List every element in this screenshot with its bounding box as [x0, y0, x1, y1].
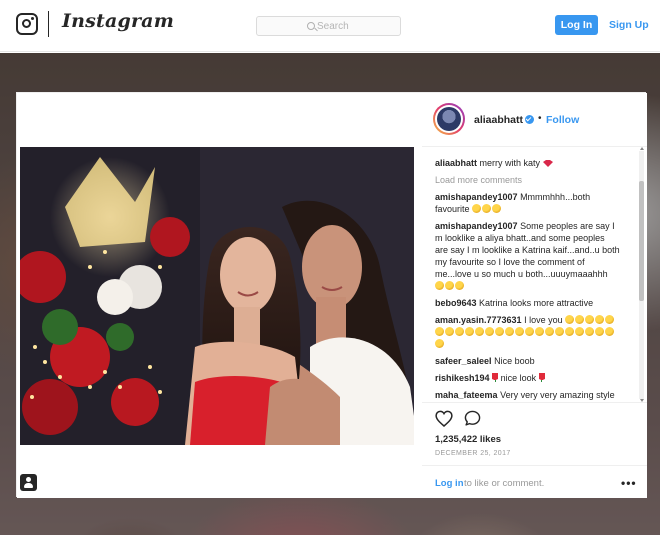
- comment-user[interactable]: maha_fateema: [435, 390, 498, 400]
- emoji-group: [472, 204, 502, 214]
- rose-emoji-icon: [538, 373, 545, 382]
- comment-item: safeer_saleel Nice boob: [435, 355, 620, 367]
- comment-icon[interactable]: [464, 410, 481, 427]
- logo-divider: [48, 11, 49, 37]
- search-input[interactable]: [317, 19, 397, 33]
- avatar[interactable]: [433, 103, 465, 135]
- instagram-wordmark[interactable]: Instagram: [62, 10, 174, 32]
- comment-user[interactable]: amishapandey1007: [435, 221, 518, 231]
- caption: aliaabhatt merry with katy: [435, 157, 620, 169]
- comment-user[interactable]: safeer_saleel: [435, 356, 492, 366]
- follow-button[interactable]: Follow: [546, 114, 579, 126]
- comment-user[interactable]: bebo9643: [435, 298, 477, 308]
- comment-item: maha_fateema Very very very amazing styl…: [435, 389, 620, 402]
- comment-user[interactable]: rishikesh194: [435, 373, 490, 383]
- likes-count[interactable]: 1,235,422 likes: [435, 434, 501, 445]
- instagram-glyph-icon[interactable]: [16, 13, 38, 35]
- post-header: aliaabhatt • Follow: [422, 93, 647, 147]
- post-card: aliaabhatt • Follow aliaabhatt merry wit…: [16, 92, 647, 498]
- caption-text: merry with katy: [479, 158, 541, 168]
- more-options-icon[interactable]: •••: [621, 476, 637, 490]
- post-actions: 1,235,422 likes DECEMBER 25, 2017 Log in…: [422, 402, 647, 498]
- login-prompt-text: to like or comment.: [464, 478, 545, 489]
- post-sidebar: aliaabhatt • Follow aliaabhatt merry wit…: [422, 93, 647, 498]
- rose-emoji-icon: [492, 373, 499, 382]
- post-date: DECEMBER 25, 2017: [435, 450, 511, 457]
- tag-people-icon[interactable]: [20, 474, 37, 491]
- scroll-up-icon[interactable]: [640, 147, 644, 150]
- comment-item: amishapandey1007 Mmmmhhh...both favourit…: [435, 191, 620, 215]
- comment-item: rishikesh194 nice look: [435, 372, 620, 384]
- post-username[interactable]: aliaabhatt: [474, 114, 523, 126]
- comment-text: I love you: [524, 315, 563, 325]
- search-icon: [307, 22, 315, 30]
- photo-area: [17, 93, 422, 498]
- separator-bullet: •: [538, 113, 542, 124]
- caption-user[interactable]: aliaabhatt: [435, 158, 477, 168]
- emoji-group: [435, 281, 465, 291]
- comment-text: Katrina looks more attractive: [479, 298, 594, 308]
- comments-list[interactable]: aliaabhatt merry with katy Load more com…: [422, 147, 647, 402]
- comment-user[interactable]: aman.yasin.7773631: [435, 315, 522, 325]
- comment-item: amishapandey1007 Some peoples are say I …: [435, 220, 620, 292]
- post-photo[interactable]: [20, 147, 418, 445]
- heart-icon[interactable]: [435, 410, 453, 427]
- top-nav: Instagram Log In Sign Up: [0, 0, 660, 52]
- signup-link[interactable]: Sign Up: [609, 15, 649, 35]
- comment-item: aman.yasin.7773631 I love you: [435, 314, 620, 350]
- heart-emoji-icon: [542, 160, 553, 167]
- comment-text: Nice boob: [494, 356, 535, 366]
- login-link[interactable]: Log in: [435, 478, 464, 489]
- comment-text: nice look: [500, 373, 537, 383]
- login-button[interactable]: Log In: [555, 15, 598, 35]
- comment-item: bebo9643 Katrina looks more attractive: [435, 297, 620, 309]
- login-prompt: Log in to like or comment. •••: [422, 465, 647, 495]
- scrollbar-thumb[interactable]: [639, 181, 644, 301]
- verified-badge-icon: [525, 115, 534, 124]
- comment-user[interactable]: amishapandey1007: [435, 192, 518, 202]
- load-more-comments[interactable]: Load more comments: [435, 174, 620, 186]
- search-box[interactable]: [256, 16, 401, 36]
